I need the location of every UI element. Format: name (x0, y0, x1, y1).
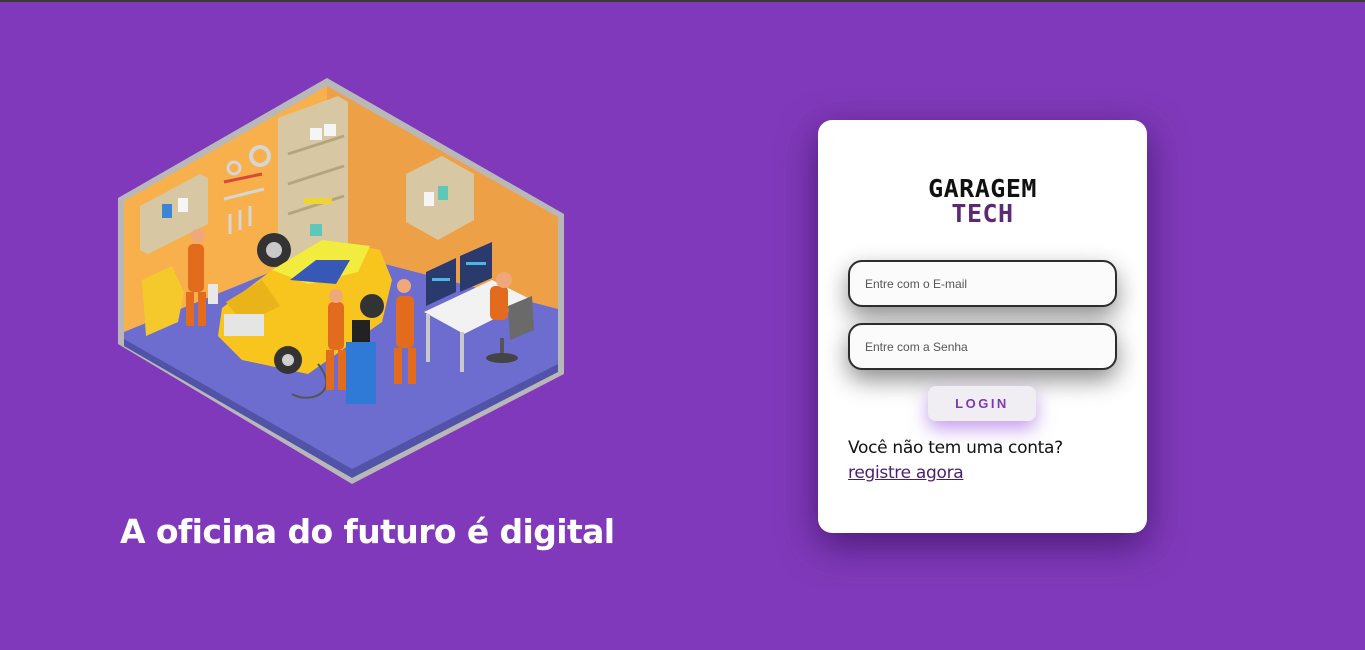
monitor-graph-shape (466, 262, 486, 265)
mechanic-leg-shape (186, 292, 194, 326)
engine-shape (224, 314, 264, 336)
mechanic-shape (188, 244, 204, 292)
window-top-border (0, 0, 1365, 2)
logo-line-garagem: GARAGEM (928, 174, 1037, 203)
mechanic-shape (328, 302, 344, 350)
monitor-graph-shape (432, 278, 450, 281)
oil-can-shape (208, 284, 218, 304)
mechanic-head-shape (329, 289, 343, 303)
tire-hub-shape (266, 242, 282, 258)
mechanic-leg-shape (338, 350, 346, 390)
car-wheel-hub-shape (282, 354, 294, 366)
mechanic-head-shape (191, 229, 205, 243)
login-card: GARAGEM TECH LOGIN Você não tem uma cont… (818, 120, 1147, 533)
email-input[interactable] (848, 260, 1117, 307)
hero-tagline: A oficina do futuro é digital (120, 512, 615, 551)
register-link[interactable]: registre agora (848, 463, 964, 483)
cabinet-shape (278, 96, 348, 262)
mechanic-leg-shape (198, 292, 206, 326)
garage-illustration (118, 78, 564, 484)
mechanic-shape (396, 296, 414, 348)
shelf-item-shape (438, 186, 448, 200)
shelf-item-shape (162, 204, 172, 218)
car-wheel-shape (360, 294, 384, 318)
shelf-item-shape (424, 192, 434, 206)
diagnostic-cart-shape (346, 342, 376, 404)
diagnostic-screen-shape (352, 320, 370, 342)
mechanic-leg-shape (394, 348, 402, 384)
cabinet-item-shape (304, 198, 332, 204)
password-input[interactable] (848, 323, 1117, 370)
mechanic-head-shape (496, 272, 512, 288)
cabinet-item-shape (310, 224, 322, 236)
mechanic-head-shape (397, 279, 411, 293)
mechanic-leg-shape (408, 348, 416, 384)
desk-leg-shape (426, 314, 430, 362)
cabinet-item-shape (310, 128, 322, 140)
desk-leg-shape (460, 332, 464, 372)
signup-prompt: Você não tem uma conta? (848, 438, 1063, 458)
garagem-tech-logo: GARAGEM TECH (818, 176, 1147, 226)
logo-line-tech: TECH (951, 199, 1014, 228)
seated-mechanic-shape (490, 286, 508, 320)
cabinet-item-shape (324, 124, 336, 136)
chair-base-shape (486, 353, 518, 363)
shelf-item-shape (178, 198, 188, 212)
login-button[interactable]: LOGIN (928, 386, 1036, 421)
mechanic-leg-shape (326, 350, 334, 390)
